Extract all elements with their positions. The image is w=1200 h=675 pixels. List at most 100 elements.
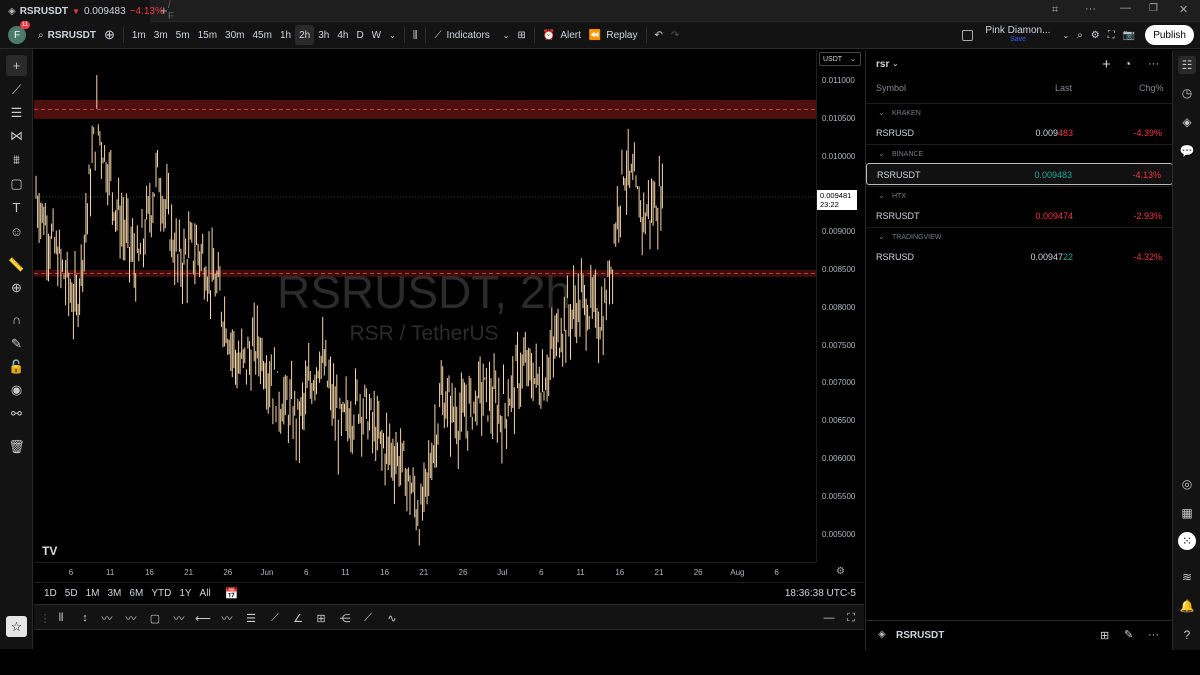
new-tab-button[interactable]: + [160, 3, 168, 18]
minimize-icon[interactable]: — [1120, 2, 1131, 14]
watchlist-row[interactable]: RSRUSD 0.009483 -4.39% [866, 122, 1173, 144]
apps-icon[interactable]: ⁙ [1178, 532, 1196, 550]
interval-W[interactable]: W [368, 25, 385, 45]
settings-button[interactable]: ⚙ [1087, 25, 1104, 45]
time-axis[interactable]: 6 11 16 21 26 Jun 6 11 16 21 26 Jul 6 11 16 21 26 Aug 6 ⚙ [34, 562, 845, 582]
pattern-icon[interactable]: ⋈ [6, 125, 27, 146]
fib-retracement-icon[interactable]: ☰ [6, 102, 27, 123]
elliott-wave-icon[interactable]: 〰 [170, 610, 188, 626]
currency-select[interactable]: USDT ⌄ [819, 52, 861, 66]
interval-1m[interactable]: 1m [128, 25, 150, 45]
close-icon[interactable]: ✕ [1179, 3, 1188, 16]
watchlist-group-header[interactable]: ⌄ TRADINGVIEW [866, 227, 1173, 247]
watchlist-row[interactable]: RSRUSDT 0.009483 -4.13% [866, 163, 1173, 186]
templates-button[interactable]: ⊞ [514, 25, 530, 45]
price-axis[interactable]: USDT ⌄ 0.0110000.0105000.0100000.0095000… [816, 50, 864, 562]
minimize-panel-icon[interactable]: — [820, 610, 838, 626]
magnet-icon[interactable]: ∩ [6, 309, 27, 330]
interval-5m[interactable]: 5m [172, 25, 194, 45]
vertical-line-icon[interactable]: ↕ [76, 610, 94, 626]
more-icon[interactable]: ··· [1148, 58, 1159, 70]
interval-45m[interactable]: 45m [248, 25, 275, 45]
price-chart[interactable]: RSRUSDT, 2h RSR / TetherUS TV [34, 50, 816, 562]
geometric-shapes-icon[interactable]: ▢ [6, 173, 27, 194]
resistance-zone[interactable] [34, 270, 816, 277]
col-chg[interactable]: Chg% [1139, 83, 1164, 93]
range-1d[interactable]: 1D [40, 588, 61, 599]
chevron-down-icon[interactable]: ⌄ [892, 59, 899, 68]
rectangle-icon[interactable]: ▢ [146, 610, 164, 626]
goto-date-icon[interactable]: 📅 [225, 587, 239, 600]
path-icon[interactable]: ∿ [383, 610, 401, 626]
text-icon[interactable]: T [6, 197, 27, 218]
undo-button[interactable]: ↶ [651, 25, 667, 45]
edit-icon[interactable]: ✎ [1124, 628, 1133, 641]
publish-button[interactable]: Publish [1145, 25, 1194, 45]
alerts-clock-icon[interactable]: ◷ [1178, 84, 1196, 102]
bell-icon[interactable]: 🔔 [1178, 597, 1196, 615]
angle-icon[interactable]: ∠ [289, 610, 307, 626]
crosshair-icon[interactable]: + [6, 55, 27, 76]
restore-icon[interactable]: ❐ [1149, 3, 1158, 14]
line-tool-icon[interactable]: ⟋ [359, 610, 377, 626]
watchlist-group-header[interactable]: ⌄ KRAKEN [866, 103, 1173, 123]
more-icon[interactable]: ··· [1148, 629, 1159, 641]
signal-icon[interactable]: ≋ [1178, 568, 1196, 586]
col-last[interactable]: Last [1055, 83, 1072, 93]
zoom-in-icon[interactable]: ⊕ [6, 277, 27, 298]
fullscreen-button[interactable]: ⛶ [1104, 25, 1119, 45]
range-1y[interactable]: 1Y [175, 588, 195, 599]
interval-4h[interactable]: 4h [333, 25, 352, 45]
add-symbol-icon[interactable]: + [1102, 56, 1111, 73]
ruler-icon[interactable]: 📏 [6, 254, 27, 275]
range-6m[interactable]: 6M [125, 588, 147, 599]
sidebar-toggle-icon[interactable]: ⌗ [1052, 4, 1058, 17]
xabcd-pattern-icon[interactable]: 〰 [122, 610, 140, 626]
target-icon[interactable]: ◎ [1178, 475, 1196, 493]
col-symbol[interactable]: Symbol [876, 83, 906, 93]
calendar-icon[interactable]: ▦ [1178, 504, 1196, 522]
watchlist-row[interactable]: RSRUSD 0.0094722 -4.32% [866, 246, 1173, 268]
watchlist-name[interactable]: rsr [876, 59, 889, 70]
prediction-icon[interactable]: ⩩ [6, 149, 27, 170]
replay-button[interactable]: ⏪ Replay [585, 25, 642, 45]
layout-button[interactable]: Pink Diamon... Save ⌄ [958, 25, 1073, 45]
eye-icon[interactable]: ◉ [6, 379, 27, 400]
watchlist-icon[interactable]: ☷ [1178, 56, 1196, 74]
emoji-icon[interactable]: ☺ [6, 221, 27, 242]
advanced-view-icon[interactable]: ◔ [1124, 57, 1131, 71]
interval-3m[interactable]: 3m [150, 25, 172, 45]
range-all[interactable]: All [196, 588, 215, 599]
range-1m[interactable]: 1M [82, 588, 104, 599]
resistance-zone[interactable] [34, 99, 816, 119]
axis-settings-icon[interactable]: ⚙ [836, 566, 845, 577]
fib-fan-icon[interactable]: ⋲ [336, 610, 354, 626]
grid-icon[interactable]: ⊞ [1100, 629, 1109, 642]
watchlist-group-header[interactable]: ⌄ HTX [866, 185, 1173, 206]
alert-button[interactable]: ⏰ Alert [539, 25, 585, 45]
help-icon[interactable]: ? [1178, 626, 1196, 644]
clock[interactable]: 18:36:38 UTC-5 [785, 588, 856, 599]
interval-3h[interactable]: 3h [314, 25, 333, 45]
pitchfork-icon[interactable]: ⫴ [52, 610, 70, 626]
interval-dropdown[interactable]: ⌄ [385, 25, 400, 45]
chat-icon[interactable]: 💬 [1178, 142, 1196, 160]
interval-D[interactable]: D [352, 25, 367, 45]
quick-search-button[interactable]: ⌕ [1073, 25, 1087, 45]
interval-15m[interactable]: 15m [194, 25, 221, 45]
stay-in-drawing-icon[interactable]: ✎ [6, 333, 27, 354]
range-5d[interactable]: 5D [61, 588, 82, 599]
maximize-panel-icon[interactable]: ⛶ [842, 610, 860, 626]
avatar[interactable]: F 11 [8, 21, 31, 44]
range-3m[interactable]: 3M [104, 588, 126, 599]
star-icon[interactable]: ☆ [6, 616, 27, 637]
indicators-button[interactable]: ⟋ Indicators ⌄ [430, 25, 513, 45]
trash-icon[interactable]: 🗑 [6, 436, 27, 457]
symbol-search[interactable]: ⌕ RSRUSDT [34, 25, 100, 45]
abc-wave-icon[interactable]: 〰 [218, 610, 236, 626]
watchlist-row[interactable]: RSRUSDT 0.009474 -2.93% [866, 205, 1173, 227]
browser-tab[interactable]: ◈ RSRUSDT ▼ 0.009483 −4.13% / F [0, 0, 174, 22]
chart-type-button[interactable]: ⫼ [409, 25, 422, 45]
watchlist-group-header[interactable]: ⌄ BINANCE [866, 144, 1173, 164]
brush-icon[interactable]: ⟋ [266, 610, 284, 626]
